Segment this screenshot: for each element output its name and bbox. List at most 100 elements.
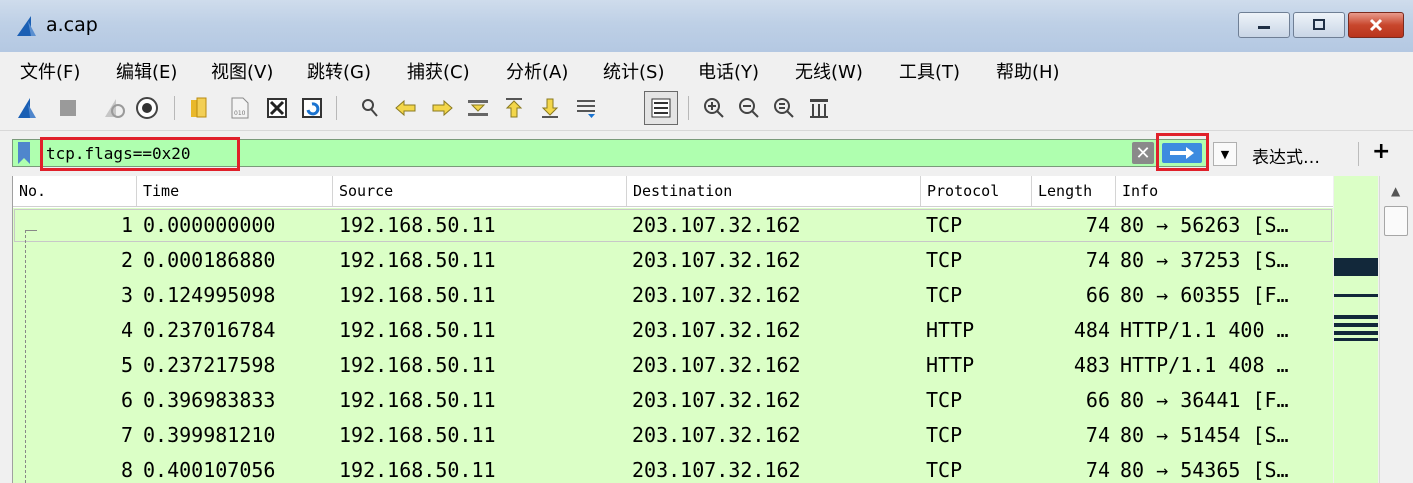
toolbar-separator <box>336 96 337 120</box>
table-row[interactable]: 2 0.000186880 192.168.50.11 203.107.32.162 T… <box>13 243 1333 278</box>
packet-info: 80 → 56263 [S… <box>1120 213 1289 237</box>
start-capture-icon[interactable] <box>14 94 42 122</box>
packet-destination: 203.107.32.162 <box>632 388 801 412</box>
packet-time: 0.000000000 <box>143 213 276 237</box>
auto-scroll-icon[interactable] <box>572 94 600 122</box>
column-header-source[interactable]: Source <box>333 176 627 206</box>
table-row[interactable]: 8 0.400107056 192.168.50.11 203.107.32.162 T… <box>13 453 1333 483</box>
close-button[interactable] <box>1348 12 1404 38</box>
add-filter-button[interactable]: + <box>1372 139 1390 164</box>
display-filter-bar: ✕ ▼ 表达式… + <box>0 132 1413 174</box>
packet-destination: 203.107.32.162 <box>632 353 801 377</box>
restart-capture-icon[interactable] <box>100 94 128 122</box>
capture-options-icon[interactable] <box>133 94 161 122</box>
packet-protocol: TCP <box>926 388 963 412</box>
packet-destination: 203.107.32.162 <box>632 213 801 237</box>
packet-protocol: TCP <box>926 213 963 237</box>
close-icon <box>1349 13 1403 37</box>
menu-capture[interactable]: 捕获(C) <box>407 58 470 84</box>
menu-statistics[interactable]: 统计(S) <box>603 58 664 84</box>
menu-file[interactable]: 文件(F) <box>20 58 80 84</box>
packet-source: 192.168.50.11 <box>339 318 496 342</box>
packet-time: 0.237217598 <box>143 353 276 377</box>
packet-no: 5 <box>120 353 133 377</box>
packet-protocol: TCP <box>926 458 963 482</box>
packet-no: 8 <box>120 458 133 482</box>
filter-history-dropdown[interactable]: ▼ <box>1213 142 1237 166</box>
close-file-icon[interactable] <box>263 94 291 122</box>
packet-time: 0.400107056 <box>143 458 276 482</box>
normal-size-icon[interactable] <box>770 94 798 122</box>
packet-destination: 203.107.32.162 <box>632 283 801 307</box>
packet-list-scrollbar[interactable]: ▲ <box>1379 176 1413 483</box>
packet-minimap[interactable] <box>1334 176 1378 483</box>
wireshark-fin-icon <box>17 16 36 36</box>
go-to-packet-icon[interactable] <box>464 94 492 122</box>
packet-destination: 203.107.32.162 <box>632 318 801 342</box>
packet-length: 66 <box>1085 283 1110 307</box>
go-forward-icon[interactable] <box>428 94 456 122</box>
packet-protocol: HTTP <box>926 353 975 377</box>
apply-highlight-box <box>1156 133 1209 171</box>
toolbar-separator <box>688 96 689 120</box>
menu-analyze[interactable]: 分析(A) <box>506 58 568 84</box>
scroll-up-icon[interactable]: ▲ <box>1391 184 1400 198</box>
packet-info: 80 → 54365 [S… <box>1120 458 1289 482</box>
table-row[interactable]: 6 0.396983833 192.168.50.11 203.107.32.162 T… <box>13 383 1333 418</box>
packet-time: 0.399981210 <box>143 423 276 447</box>
column-header-time[interactable]: Time <box>137 176 333 206</box>
colorize-icon[interactable] <box>644 91 678 125</box>
packet-source: 192.168.50.11 <box>339 213 496 237</box>
zoom-out-icon[interactable] <box>735 94 763 122</box>
table-row[interactable]: 3 0.124995098 192.168.50.11 203.107.32.162 T… <box>13 278 1333 313</box>
menu-help[interactable]: 帮助(H) <box>996 58 1060 84</box>
clear-filter-button[interactable]: ✕ <box>1132 142 1154 164</box>
expression-button[interactable]: 表达式… <box>1252 143 1320 168</box>
packet-source: 192.168.50.11 <box>339 388 496 412</box>
table-row[interactable]: 1 0.000000000 192.168.50.11 203.107.32.162 T… <box>13 208 1333 243</box>
last-packet-icon[interactable] <box>536 94 564 122</box>
column-header-no[interactable]: No. <box>13 176 137 206</box>
conversation-tree-start <box>25 230 37 231</box>
bookmark-icon[interactable] <box>16 142 32 164</box>
reload-file-icon[interactable] <box>298 94 326 122</box>
menu-tools[interactable]: 工具(T) <box>899 58 960 84</box>
table-row[interactable]: 4 0.237016784 192.168.50.11 203.107.32.162 H… <box>13 313 1333 348</box>
menu-edit[interactable]: 编辑(E) <box>116 58 177 84</box>
maximize-button[interactable] <box>1293 12 1345 38</box>
packet-info: 80 → 37253 [S… <box>1120 248 1289 272</box>
table-row[interactable]: 5 0.237217598 192.168.50.11 203.107.32.162 H… <box>13 348 1333 383</box>
minimap-mark <box>1334 315 1378 319</box>
packet-destination: 203.107.32.162 <box>632 423 801 447</box>
minimize-icon <box>1239 13 1289 37</box>
scrollbar-thumb[interactable] <box>1384 206 1408 236</box>
column-header-protocol[interactable]: Protocol <box>921 176 1032 206</box>
find-packet-icon[interactable] <box>356 94 384 122</box>
column-header-destination[interactable]: Destination <box>627 176 921 206</box>
first-packet-icon[interactable] <box>500 94 528 122</box>
zoom-in-icon[interactable] <box>700 94 728 122</box>
resize-columns-icon[interactable] <box>805 94 833 122</box>
packet-length: 74 <box>1085 458 1110 482</box>
filter-highlight-box <box>40 137 240 171</box>
minimize-button[interactable] <box>1238 12 1290 38</box>
packet-info: HTTP/1.1 408 … <box>1120 353 1289 377</box>
packet-no: 3 <box>120 283 133 307</box>
column-header-info[interactable]: Info <box>1116 176 1333 206</box>
menu-telephony[interactable]: 电话(Y) <box>698 58 759 84</box>
packet-source: 192.168.50.11 <box>339 353 496 377</box>
go-back-icon[interactable] <box>392 94 420 122</box>
column-header-length[interactable]: Length <box>1032 176 1116 206</box>
table-row[interactable]: 7 0.399981210 192.168.50.11 203.107.32.162 T… <box>13 418 1333 453</box>
packet-destination: 203.107.32.162 <box>632 248 801 272</box>
packet-info: 80 → 60355 [F… <box>1120 283 1289 307</box>
open-file-icon[interactable] <box>186 94 214 122</box>
svg-text:010: 010 <box>234 110 246 117</box>
menu-go[interactable]: 跳转(G) <box>307 58 371 84</box>
menu-view[interactable]: 视图(V) <box>211 58 273 84</box>
packet-time: 0.124995098 <box>143 283 276 307</box>
packet-time: 0.396983833 <box>143 388 276 412</box>
save-file-icon[interactable]: 010 <box>226 94 254 122</box>
menu-wireless[interactable]: 无线(W) <box>795 58 863 84</box>
stop-capture-icon[interactable] <box>54 94 82 122</box>
